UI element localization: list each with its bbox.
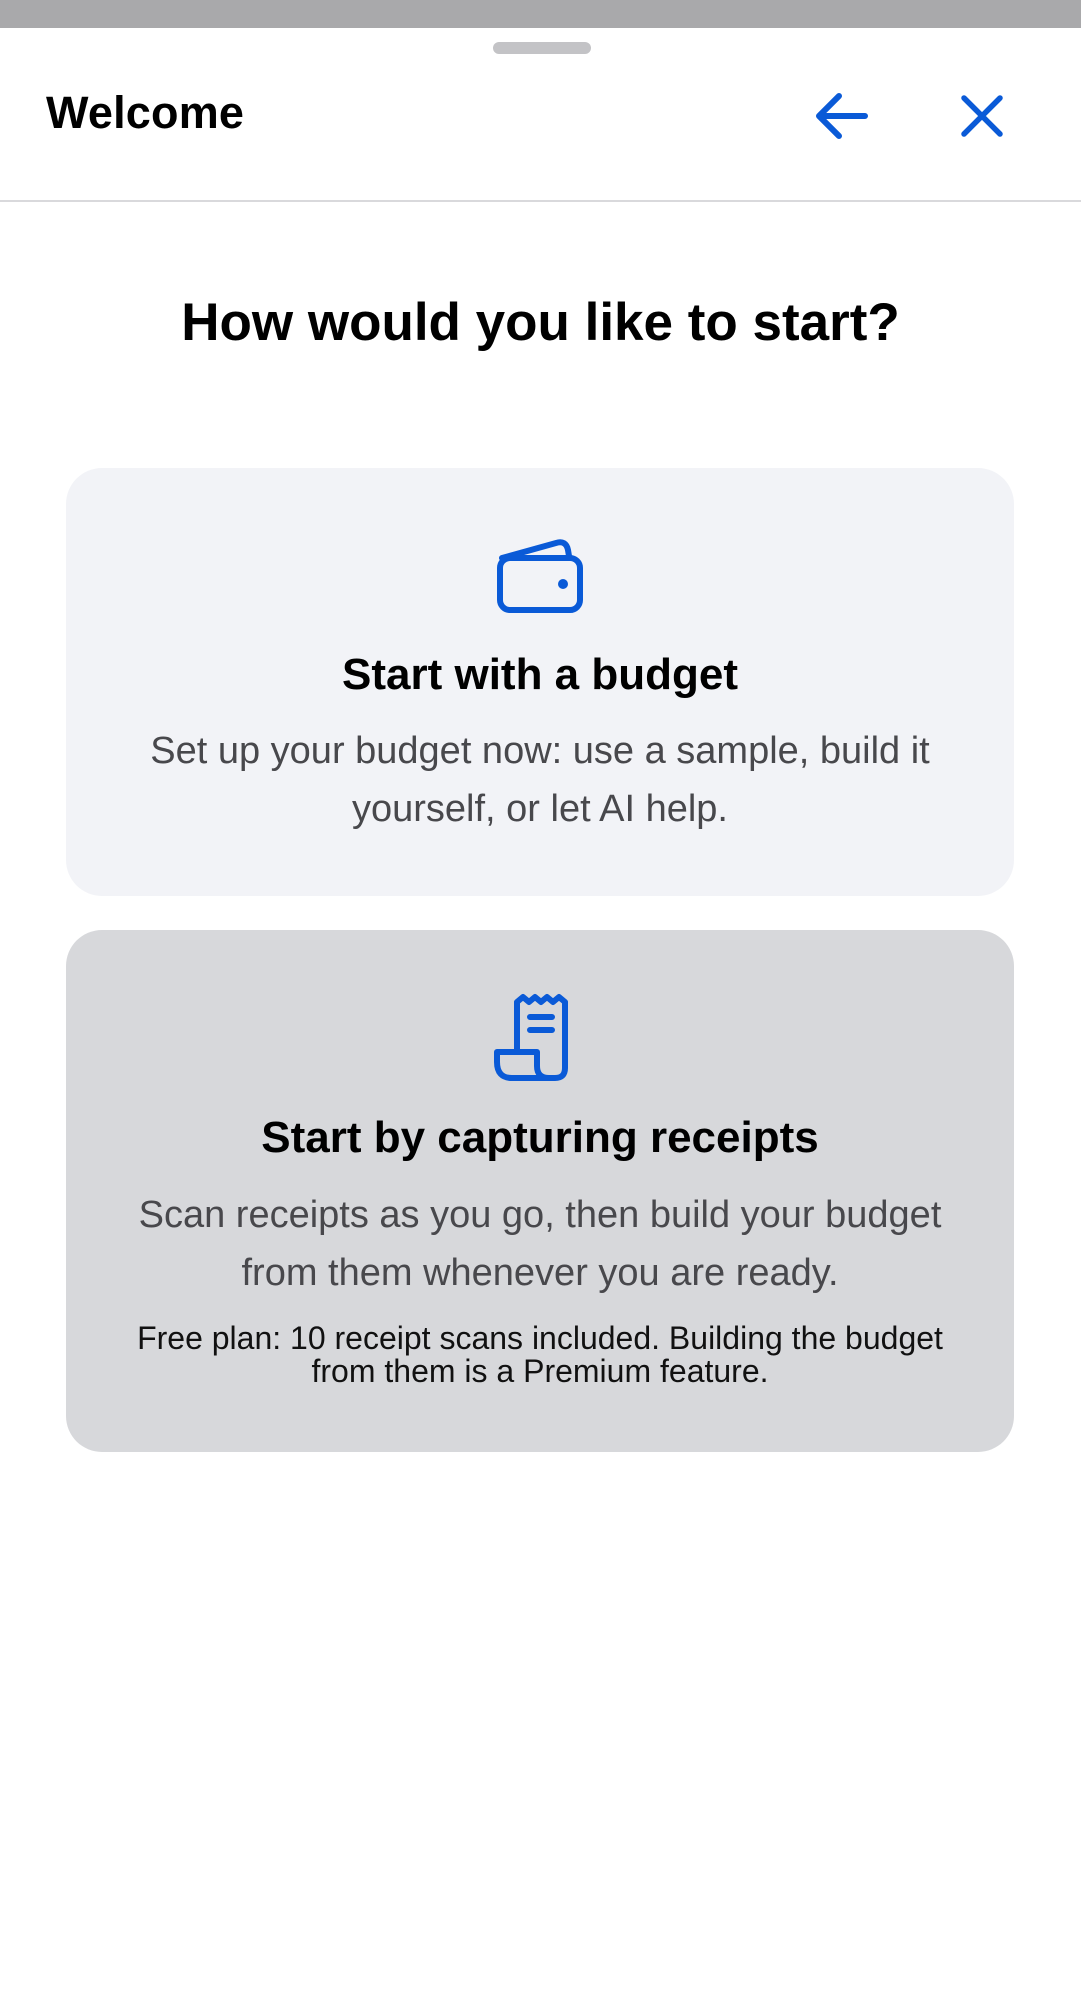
- receipt-icon: [494, 994, 568, 1081]
- status-bar-background: [0, 0, 1081, 28]
- back-button[interactable]: [801, 76, 881, 156]
- start-with-budget-option[interactable]: Start with a budget Set up your budget n…: [66, 468, 1014, 896]
- start-capturing-receipts-option[interactable]: Start by capturing receipts Scan receipt…: [66, 930, 1014, 1452]
- wallet-icon: [497, 539, 583, 613]
- option-title: Start with a budget: [342, 650, 738, 699]
- header-divider: [0, 200, 1081, 202]
- arrow-left-icon: [816, 93, 868, 139]
- page-title: How would you like to start?: [181, 293, 900, 352]
- close-icon: [961, 95, 1003, 137]
- welcome-sheet: Welcome How would you like to start? Sta…: [0, 28, 1081, 1999]
- sheet-grabber[interactable]: [493, 42, 591, 54]
- close-button[interactable]: [942, 76, 1022, 156]
- header-title: Welcome: [46, 87, 245, 138]
- option-title: Start by capturing receipts: [261, 1113, 819, 1162]
- option-description: Set up your budget now: use a sample, bu…: [150, 730, 930, 830]
- option-description: Scan receipts as you go, then build your…: [138, 1194, 942, 1294]
- free-plan-note: Free plan: 10 receipt scans included. Bu…: [137, 1320, 943, 1389]
